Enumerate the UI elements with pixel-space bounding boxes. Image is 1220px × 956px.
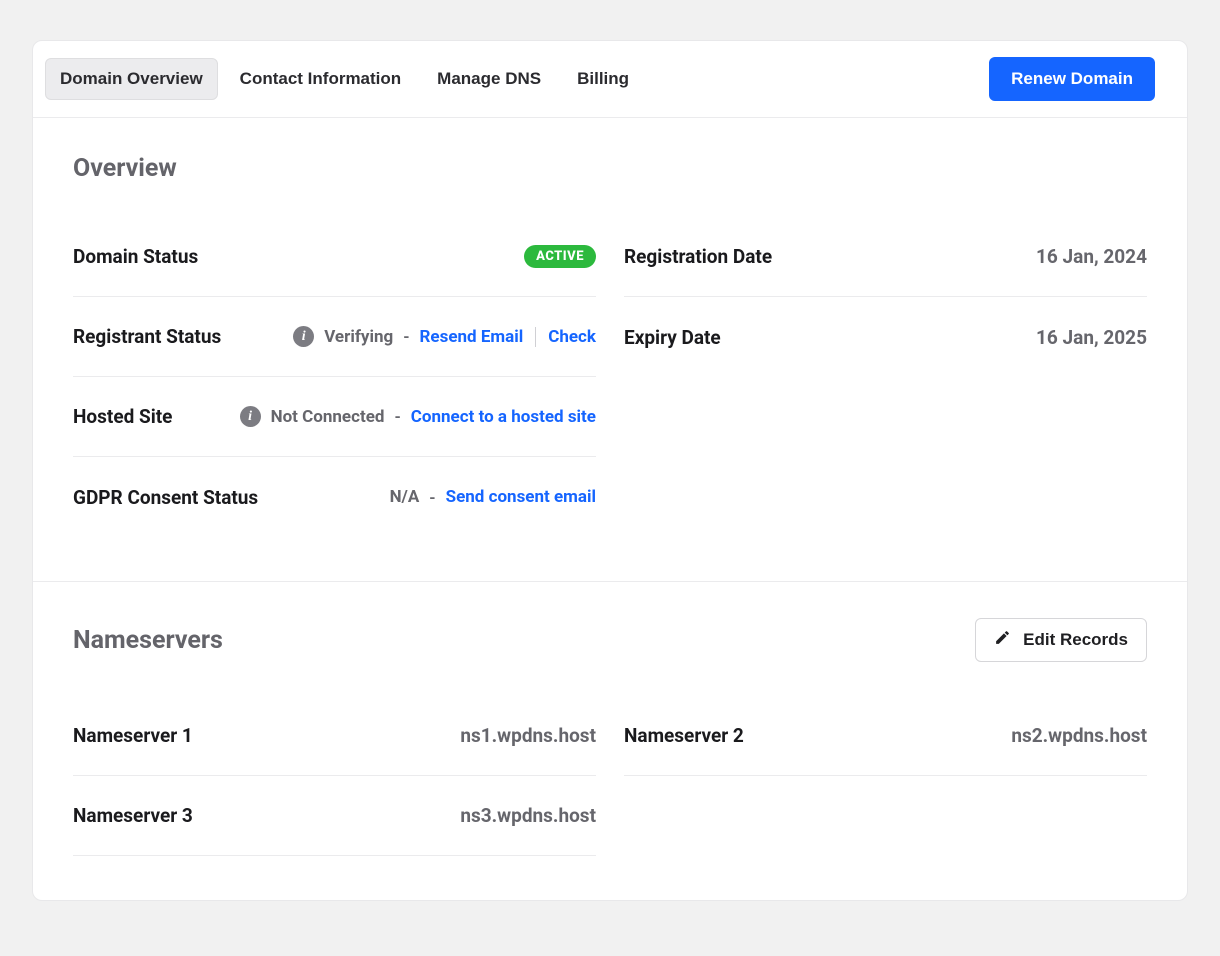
hosted-site-label: Hosted Site [73,405,172,428]
tab-contact-information[interactable]: Contact Information [226,58,416,100]
nameservers-title: Nameservers [73,626,223,655]
nameservers-section: Nameservers Edit Records Nameserver 1 ns… [33,582,1187,900]
nameserver-value: ns2.wpdns.host [1011,724,1147,747]
nameserver-row: Nameserver 1 ns1.wpdns.host [73,696,596,776]
tab-domain-overview[interactable]: Domain Overview [45,58,218,100]
registration-date-row: Registration Date 16 Jan, 2024 [624,217,1147,297]
expiry-date-row: Expiry Date 16 Jan, 2025 [624,297,1147,377]
tabs-bar: Domain Overview Contact Information Mana… [33,41,1187,118]
separator: - [429,488,435,507]
nameserver-label: Nameserver 3 [73,804,193,827]
info-icon[interactable]: i [293,326,314,347]
connect-hosted-site-link[interactable]: Connect to a hosted site [411,407,596,427]
registrant-status-value: Verifying [324,327,393,347]
tabs-list: Domain Overview Contact Information Mana… [45,58,643,100]
tab-billing[interactable]: Billing [563,58,643,100]
gdpr-label: GDPR Consent Status [73,486,258,509]
nameserver-row: Nameserver 3 ns3.wpdns.host [73,776,596,856]
registration-date-value: 16 Jan, 2024 [1036,245,1147,268]
divider [535,327,536,347]
edit-records-button[interactable]: Edit Records [975,618,1147,662]
separator: - [394,407,400,426]
separator: - [403,327,409,346]
hosted-site-status: Not Connected [271,407,385,427]
renew-domain-button[interactable]: Renew Domain [989,57,1155,101]
status-badge: ACTIVE [524,245,596,268]
tab-manage-dns[interactable]: Manage DNS [423,58,555,100]
pencil-icon [994,629,1011,651]
gdpr-row: GDPR Consent Status N/A - Send consent e… [73,457,596,537]
check-link[interactable]: Check [548,327,596,347]
registration-date-label: Registration Date [624,245,772,268]
registrant-status-row: Registrant Status i Verifying - Resend E… [73,297,596,377]
domain-status-label: Domain Status [73,245,198,268]
registrant-status-label: Registrant Status [73,325,221,348]
domain-card: Domain Overview Contact Information Mana… [32,40,1188,901]
info-icon[interactable]: i [240,406,261,427]
send-consent-email-link[interactable]: Send consent email [446,487,596,507]
nameservers-grid: Nameserver 1 ns1.wpdns.host Nameserver 2… [73,696,1147,856]
overview-title: Overview [73,154,177,183]
gdpr-value: N/A [390,487,420,507]
nameserver-value: ns1.wpdns.host [460,724,596,747]
overview-section: Overview Domain Status ACTIVE Registrati… [33,118,1187,582]
nameserver-label: Nameserver 1 [73,724,193,747]
empty-cell [624,377,1147,457]
expiry-date-label: Expiry Date [624,326,721,349]
expiry-date-value: 16 Jan, 2025 [1036,326,1147,349]
overview-grid: Domain Status ACTIVE Registration Date 1… [73,217,1147,537]
hosted-site-row: Hosted Site i Not Connected - Connect to… [73,377,596,457]
domain-status-row: Domain Status ACTIVE [73,217,596,297]
edit-records-label: Edit Records [1023,630,1128,650]
resend-email-link[interactable]: Resend Email [420,327,524,347]
nameserver-label: Nameserver 2 [624,724,744,747]
nameserver-row: Nameserver 2 ns2.wpdns.host [624,696,1147,776]
nameserver-value: ns3.wpdns.host [460,804,596,827]
